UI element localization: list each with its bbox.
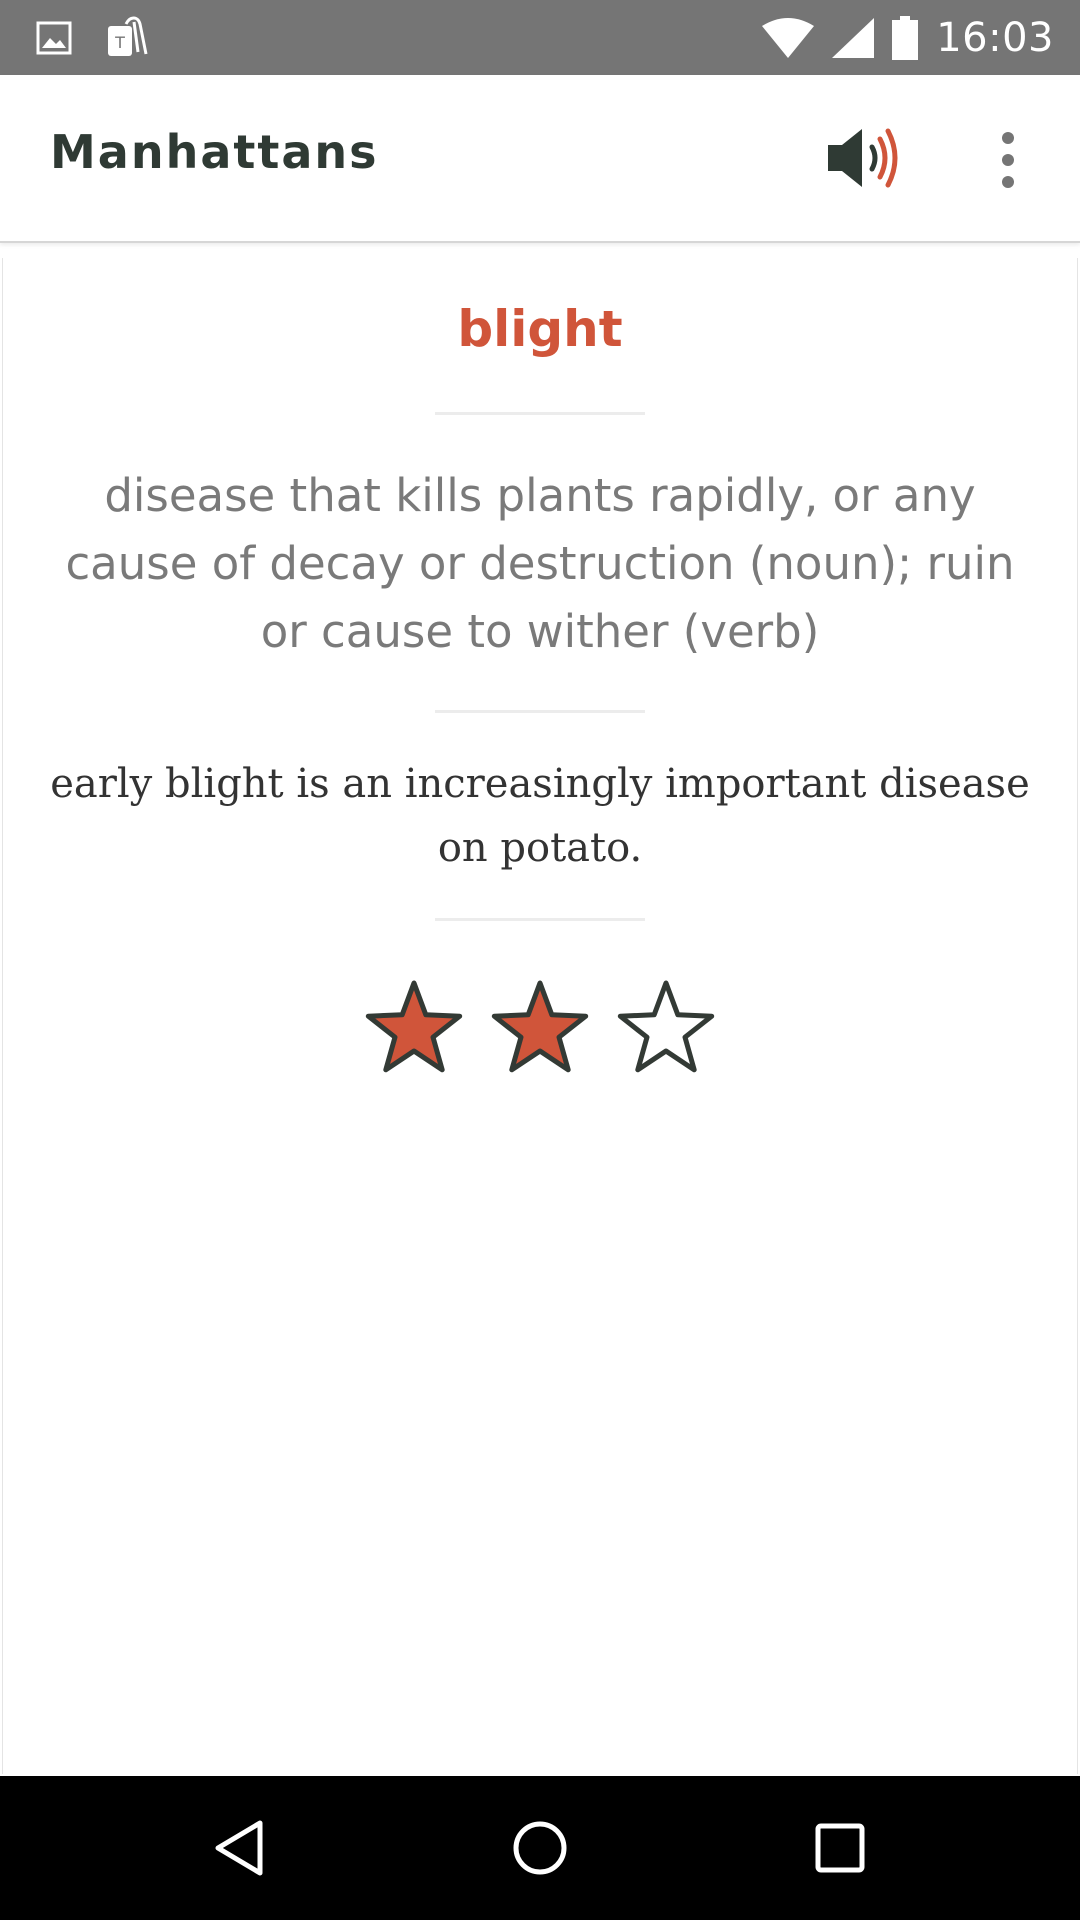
star-filled-icon[interactable]: [487, 975, 593, 1081]
status-time: 16:03: [936, 14, 1054, 61]
gallery-notification-icon: [36, 21, 72, 55]
wifi-icon: [762, 17, 815, 58]
star-rating[interactable]: [0, 975, 1080, 1081]
battery-icon: [892, 15, 919, 60]
word-definition: disease that kills plants rapidly, or an…: [65, 469, 1015, 658]
svg-text:T: T: [114, 33, 125, 52]
nav-back-button[interactable]: [210, 1818, 270, 1878]
speaker-icon: [828, 128, 898, 188]
overflow-menu-button[interactable]: [986, 125, 1030, 195]
tmobile-tag-icon: T: [108, 16, 148, 56]
app-bar: Manhattans: [0, 75, 1080, 243]
nav-home-button[interactable]: [510, 1818, 570, 1878]
nav-recents-button[interactable]: [810, 1818, 870, 1878]
cell-signal-icon: [832, 17, 875, 58]
home-icon: [513, 1821, 567, 1875]
example-sentence: early blight is an increasingly importan…: [50, 761, 1030, 871]
back-icon: [215, 1820, 263, 1876]
star-empty-icon[interactable]: [613, 975, 719, 1081]
status-bar: T 16:03: [0, 0, 1080, 75]
star-filled-icon[interactable]: [361, 975, 467, 1081]
more-vert-icon: [1002, 132, 1014, 188]
status-notifications: T: [36, 14, 152, 62]
recents-icon: [815, 1823, 865, 1873]
system-nav-bar: [0, 1776, 1080, 1920]
divider: [435, 710, 645, 713]
play-audio-button[interactable]: [820, 123, 910, 193]
divider: [435, 918, 645, 921]
word-title: blight: [457, 300, 623, 358]
status-system: 16:03: [762, 0, 1054, 75]
app-title: Manhattans: [50, 125, 379, 179]
divider: [435, 412, 645, 415]
